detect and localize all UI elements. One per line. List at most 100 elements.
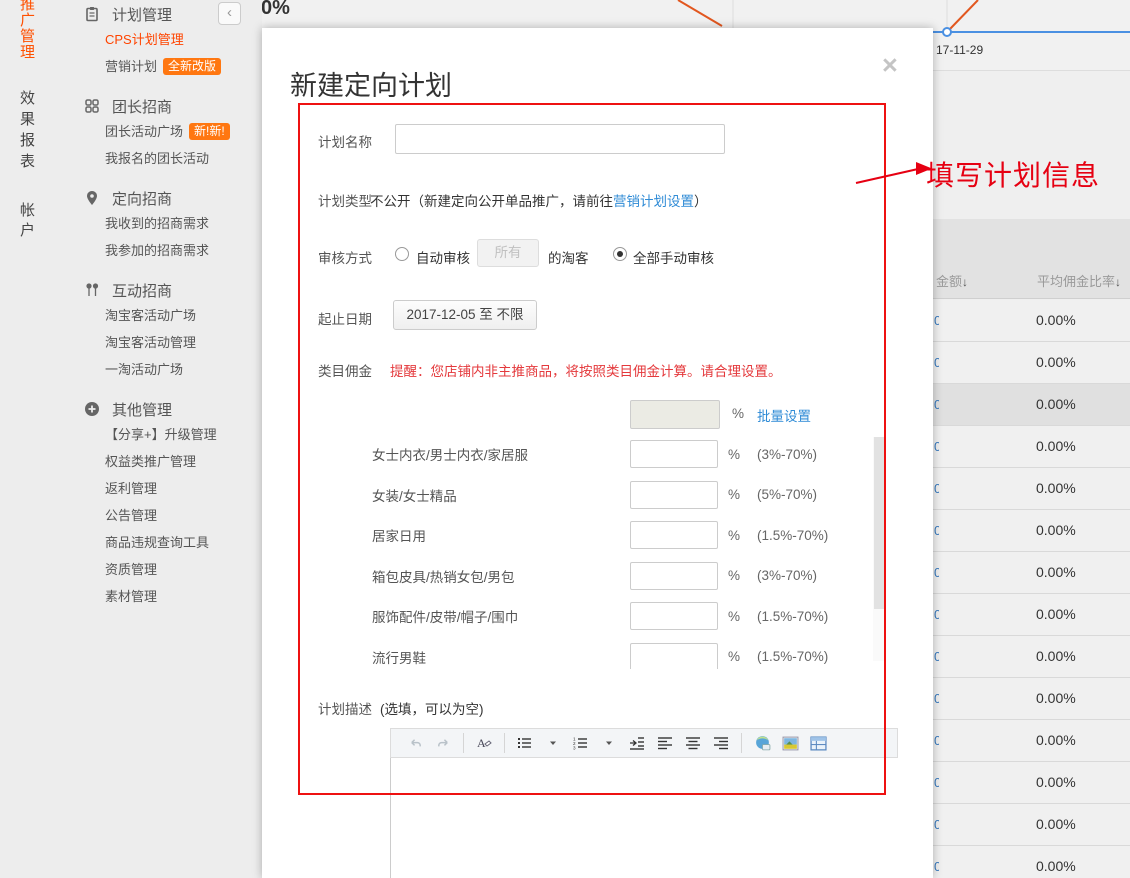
sidebar-item-share-plus-upgrade[interactable]: 【分享+】升级管理: [62, 421, 252, 448]
map-pin-icon: [84, 190, 100, 206]
menu-section-other-management: 其他管理 【分享+】升级管理 权益类推广管理 返利管理 公告管理 商品违规查询工…: [62, 397, 252, 610]
commission-rate-input[interactable]: [630, 521, 718, 549]
table-row[interactable]: 00.00%: [933, 300, 1130, 342]
sidebar-item-material-management[interactable]: 素材管理: [62, 583, 252, 610]
scrollbar-thumb[interactable]: [874, 437, 885, 609]
sidebar-item-etao-activity-plaza[interactable]: 一淘活动广场: [62, 356, 252, 383]
table-row[interactable]: 00.00%: [933, 678, 1130, 720]
commission-rate-input[interactable]: [630, 602, 718, 630]
commission-category-row: 服饰配件/皮带/帽子/围巾 % (1.5%-70%): [300, 596, 884, 637]
link-icon[interactable]: [752, 733, 772, 753]
vnav-item-effect-report[interactable]: 效果报表: [20, 88, 37, 172]
sidebar-item-my-leader-activities[interactable]: 我报名的团长活动: [62, 145, 252, 172]
sidebar-item-rebate-management[interactable]: 返利管理: [62, 475, 252, 502]
bullet-list-icon[interactable]: [515, 733, 535, 753]
scrollbar-track[interactable]: [873, 437, 886, 661]
annotation-text: 填写计划信息: [926, 154, 1100, 194]
sidebar-item-announcement-management[interactable]: 公告管理: [62, 502, 252, 529]
table-row[interactable]: 00.00%: [933, 846, 1130, 878]
table-body: 00.00% 00.00% 00.00% 00.00% 00.00% 00.00…: [933, 300, 1130, 878]
sidebar-item-marketing-plan[interactable]: 营销计划全新改版: [62, 53, 252, 80]
table-row[interactable]: 00.00%: [933, 510, 1130, 552]
indent-icon[interactable]: [627, 733, 647, 753]
sort-desc-icon: ↓: [962, 275, 968, 289]
commission-range: (3%-70%): [757, 447, 817, 462]
sidebar-item-product-violation-query-tool[interactable]: 商品违规查询工具: [62, 529, 252, 556]
section-title-interactive-investment[interactable]: 互动招商: [62, 278, 252, 302]
sidebar-item-received-investment-demands[interactable]: 我收到的招商需求: [62, 210, 252, 237]
sidebar-item-leader-activity-plaza[interactable]: 团长活动广场新!新!: [62, 118, 252, 145]
table-row[interactable]: 00.00%: [933, 426, 1130, 468]
plan-type-label: 计划类型: [318, 190, 372, 210]
vnav-item-promotion-management[interactable]: 推广管理: [20, 0, 37, 61]
plus-circle-icon: [84, 401, 100, 417]
plan-description-hint: (选填，可以为空): [380, 698, 484, 718]
review-scope-suffix: 的淘客: [548, 247, 589, 267]
section-title-leader-investment[interactable]: 团长招商: [62, 94, 252, 118]
table-row[interactable]: 00.00%: [933, 342, 1130, 384]
menu-section-targeted-investment: 定向招商 我收到的招商需求 我参加的招商需求: [62, 186, 252, 264]
balloons-icon: [84, 282, 100, 298]
sidebar-collapse-button[interactable]: ‹: [218, 2, 241, 25]
align-left-icon[interactable]: [655, 733, 675, 753]
commission-category-row: 女士内衣/男士内衣/家居服 % (3%-70%): [300, 434, 884, 475]
svg-text:A: A: [477, 736, 486, 750]
redo-icon[interactable]: [433, 733, 453, 753]
sidebar-item-joined-investment-demands[interactable]: 我参加的招商需求: [62, 237, 252, 264]
section-title-targeted-investment[interactable]: 定向招商: [62, 186, 252, 210]
sidebar-item-cps-plan-management[interactable]: CPS计划管理: [62, 26, 252, 53]
commission-range: (1.5%-70%): [757, 609, 828, 624]
new-targeted-plan-modal: 新建定向计划 × 计划名称 计划类型 不公开（新建定向公开单品推广，请前往营销计…: [262, 28, 933, 878]
review-scope-button[interactable]: 所有: [477, 239, 539, 267]
sidebar-item-taobaoke-activity-plaza[interactable]: 淘宝客活动广场: [62, 302, 252, 329]
commission-range: (5%-70%): [757, 487, 817, 502]
column-header-avg-commission-rate[interactable]: 平均佣金比率↓: [1037, 271, 1121, 290]
percent-sign: %: [728, 487, 740, 502]
svg-text:3: 3: [573, 746, 576, 751]
table-row-highlighted[interactable]: 00.00%: [933, 384, 1130, 426]
batch-commission-input[interactable]: [630, 400, 720, 429]
align-center-icon[interactable]: [683, 733, 703, 753]
manual-review-radio[interactable]: [613, 247, 627, 261]
sidebar-item-taobaoke-activity-management[interactable]: 淘宝客活动管理: [62, 329, 252, 356]
vertical-nav: 推广管理 效果报表 帐户: [20, 0, 38, 241]
table-row[interactable]: 00.00%: [933, 468, 1130, 510]
rich-text-editor-area[interactable]: [390, 758, 898, 878]
table-row[interactable]: 00.00%: [933, 636, 1130, 678]
date-range-label: 起止日期: [318, 308, 372, 328]
commission-category-row: 流行男鞋 % (1.5%-70%): [300, 637, 884, 670]
image-icon[interactable]: [780, 733, 800, 753]
column-header-amount[interactable]: 金额↓: [936, 271, 968, 290]
section-title-other-management[interactable]: 其他管理: [62, 397, 252, 421]
table-row[interactable]: 00.00%: [933, 762, 1130, 804]
commission-rate-input[interactable]: [630, 643, 718, 669]
table-row[interactable]: 00.00%: [933, 804, 1130, 846]
numbered-list-dropdown-icon[interactable]: [599, 733, 619, 753]
percent-sign: %: [728, 528, 740, 543]
remove-format-icon[interactable]: A: [474, 733, 494, 753]
table-icon[interactable]: [808, 733, 828, 753]
commission-rate-input[interactable]: [630, 481, 718, 509]
commission-rate-input[interactable]: [630, 562, 718, 590]
marketing-plan-settings-link[interactable]: 营销计划设置: [613, 194, 694, 209]
batch-set-link[interactable]: 批量设置: [757, 405, 811, 425]
align-right-icon[interactable]: [711, 733, 731, 753]
numbered-list-icon[interactable]: 123: [571, 733, 591, 753]
sidebar-item-rights-promotion-management[interactable]: 权益类推广管理: [62, 448, 252, 475]
auto-review-radio[interactable]: [395, 247, 409, 261]
bullet-list-dropdown-icon[interactable]: [543, 733, 563, 753]
plan-name-input[interactable]: [395, 124, 725, 154]
vnav-item-account[interactable]: 帐户: [20, 201, 37, 241]
commission-rate-input[interactable]: [630, 440, 718, 468]
undo-icon[interactable]: [405, 733, 425, 753]
menu-section-interactive-investment: 互动招商 淘宝客活动广场 淘宝客活动管理 一淘活动广场: [62, 278, 252, 383]
close-icon[interactable]: ×: [882, 52, 898, 79]
date-range-button[interactable]: 2017-12-05 至 不限: [393, 300, 537, 330]
table-row[interactable]: 00.00%: [933, 594, 1130, 636]
table-row[interactable]: 00.00%: [933, 552, 1130, 594]
table-row[interactable]: 00.00%: [933, 720, 1130, 762]
grid-icon: [84, 98, 100, 114]
review-method-label: 审核方式: [318, 247, 372, 267]
sidebar-item-qualification-management[interactable]: 资质管理: [62, 556, 252, 583]
manual-review-option-label: 全部手动审核: [633, 247, 714, 267]
